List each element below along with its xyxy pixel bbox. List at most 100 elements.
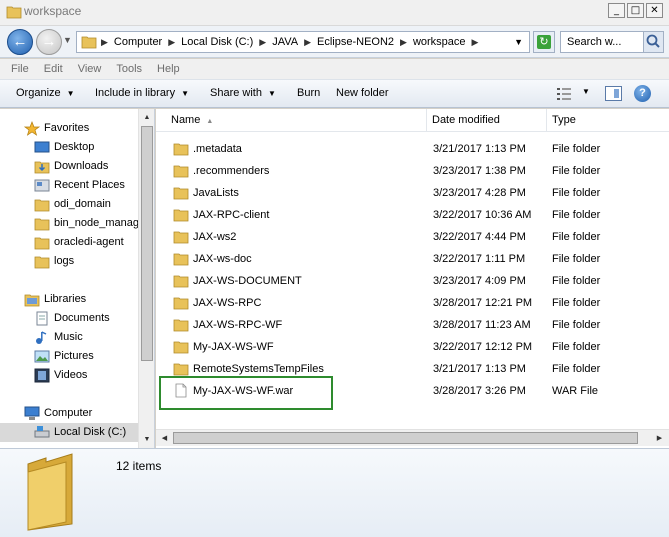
sidebar-label: logs xyxy=(54,255,75,267)
table-row[interactable]: JavaLists 3/23/2017 4:28 PM File folder xyxy=(156,182,669,204)
column-headers: Name ▲ Date modified Type xyxy=(156,109,669,132)
file-type: File folder xyxy=(552,253,601,265)
folder-icon xyxy=(173,163,189,178)
recent-places-icon xyxy=(34,178,50,193)
sidebar-item-local-disk[interactable]: Local Disk (C:) xyxy=(0,423,138,442)
minimize-button[interactable]: _ xyxy=(608,3,625,18)
sidebar-item-pictures[interactable]: Pictures xyxy=(0,347,138,366)
table-row[interactable]: JAX-ws2 3/22/2017 4:44 PM File folder xyxy=(156,226,669,248)
navigation-scrollbar[interactable]: ▲ ▼ xyxy=(138,109,154,448)
chevron-right-icon[interactable]: ▶ xyxy=(400,37,407,48)
burn-button[interactable]: Burn xyxy=(297,87,320,99)
sidebar-item-videos[interactable]: Videos xyxy=(0,366,138,385)
preview-pane-icon[interactable] xyxy=(605,86,622,101)
horizontal-scrollbar[interactable]: ◀ ▶ xyxy=(156,429,669,446)
table-row[interactable]: JAX-WS-RPC 3/28/2017 12:21 PM File folder xyxy=(156,292,669,314)
sidebar-label: Desktop xyxy=(54,141,95,153)
file-name: .recommenders xyxy=(193,165,270,177)
sidebar-label: bin_node_manag xyxy=(54,217,140,229)
breadcrumb-eclipse[interactable]: Eclipse-NEON2 xyxy=(317,36,394,48)
sidebar-item-bin-node-manag[interactable]: bin_node_manag xyxy=(0,214,140,233)
table-row[interactable]: JAX-WS-DOCUMENT 3/23/2017 4:09 PM File fol… xyxy=(156,270,669,292)
menu-view[interactable]: View xyxy=(78,59,102,79)
help-icon[interactable]: ? xyxy=(634,85,651,102)
table-row[interactable]: .metadata 3/21/2017 1:13 PM File folder xyxy=(156,138,669,160)
chevron-right-icon[interactable]: ▶ xyxy=(259,37,266,48)
scrollbar-thumb[interactable] xyxy=(173,432,638,444)
breadcrumb-java[interactable]: JAVA xyxy=(272,36,298,48)
view-options-chevron-icon[interactable]: ▼ xyxy=(582,87,590,96)
scrollbar-thumb[interactable] xyxy=(141,126,153,361)
include-in-library-button[interactable]: Include in library ▼ xyxy=(95,87,189,99)
scroll-left-icon[interactable]: ◀ xyxy=(156,430,173,447)
file-type: File folder xyxy=(552,231,601,243)
sidebar-item-desktop[interactable]: Desktop xyxy=(0,138,138,157)
sidebar-item-documents[interactable]: Documents xyxy=(0,309,138,328)
sidebar-item-recent-places[interactable]: Recent Places xyxy=(0,176,138,195)
view-options-icon[interactable] xyxy=(556,87,572,101)
table-row[interactable]: JAX-RPC-client 3/22/2017 10:36 AM File fol… xyxy=(156,204,669,226)
sidebar-item-logs[interactable]: logs xyxy=(0,252,138,271)
sidebar-item-libraries[interactable]: Libraries xyxy=(0,290,138,309)
file-date-modified: 3/28/2017 12:21 PM xyxy=(433,297,533,309)
folder-icon xyxy=(173,141,189,156)
maximize-button[interactable]: □ xyxy=(627,3,644,18)
menu-tools[interactable]: Tools xyxy=(116,59,142,79)
scroll-right-icon[interactable]: ▶ xyxy=(651,430,668,447)
column-header-name[interactable]: Name ▲ xyxy=(156,109,427,132)
refresh-button[interactable]: ↻ xyxy=(533,31,555,53)
folder-icon xyxy=(173,361,189,376)
command-bar: Organize ▼ Include in library ▼ Share with… xyxy=(0,79,669,108)
menu-help[interactable]: Help xyxy=(157,59,180,79)
recent-pages-chevron-icon[interactable]: ▼ xyxy=(63,35,72,45)
sidebar-label: Libraries xyxy=(44,293,87,305)
share-with-button[interactable]: Share with ▼ xyxy=(210,87,276,99)
table-row[interactable]: .recommenders 3/23/2017 1:38 PM File folde… xyxy=(156,160,669,182)
sidebar-item-odi-domain[interactable]: odi_domain xyxy=(0,195,138,214)
forward-button[interactable]: → xyxy=(36,29,62,55)
close-button[interactable]: ✕ xyxy=(646,3,663,18)
folder-icon xyxy=(173,229,189,244)
address-history-chevron-icon[interactable]: ▼ xyxy=(514,37,523,47)
back-button[interactable]: ← xyxy=(7,29,33,55)
sidebar-item-favorites[interactable]: Favorites xyxy=(0,119,138,138)
column-header-type[interactable]: Type xyxy=(547,109,669,132)
table-row[interactable]: JAX-WS-RPC-WF 3/28/2017 11:23 AM File fold… xyxy=(156,314,669,336)
sidebar-item-downloads[interactable]: Downloads xyxy=(0,157,138,176)
file-type: File folder xyxy=(552,165,601,177)
sidebar-item-computer[interactable]: Computer xyxy=(0,404,138,423)
computer-icon xyxy=(24,406,40,421)
sidebar-item-music[interactable]: Music xyxy=(0,328,138,347)
file-name: JavaLists xyxy=(193,187,239,199)
videos-icon xyxy=(34,368,50,383)
sidebar-label: odi_domain xyxy=(54,198,111,210)
search-input[interactable]: Search w... xyxy=(560,31,664,53)
search-icon[interactable] xyxy=(643,32,663,52)
share-with-label: Share with xyxy=(210,87,262,99)
new-folder-button[interactable]: New folder xyxy=(336,87,389,99)
table-row[interactable]: JAX-ws-doc 3/22/2017 1:11 PM File folder xyxy=(156,248,669,270)
menu-file[interactable]: File xyxy=(11,59,29,79)
sidebar-label: Favorites xyxy=(44,122,90,134)
chevron-right-icon[interactable]: ▶ xyxy=(472,37,479,48)
breadcrumb: ▶ Computer ▶ Local Disk (C:) ▶ JAVA ▶ Ec… xyxy=(101,36,484,48)
chevron-right-icon[interactable]: ▶ xyxy=(168,37,175,48)
address-bar[interactable]: ▶ Computer ▶ Local Disk (C:) ▶ JAVA ▶ Ec… xyxy=(76,31,530,53)
chevron-right-icon[interactable]: ▶ xyxy=(304,37,311,48)
scroll-down-icon[interactable]: ▼ xyxy=(139,431,154,448)
documents-icon xyxy=(34,311,50,326)
menu-edit[interactable]: Edit xyxy=(44,59,63,79)
column-header-date[interactable]: Date modified xyxy=(427,109,547,132)
table-row[interactable]: My-JAX-WS-WF 3/22/2017 12:12 PM File folde… xyxy=(156,336,669,358)
breadcrumb-computer[interactable]: Computer xyxy=(114,36,162,48)
column-name-label: Name xyxy=(171,114,201,126)
chevron-right-icon[interactable]: ▶ xyxy=(101,37,108,48)
file-name: .metadata xyxy=(193,143,242,155)
folder-icon xyxy=(34,216,50,231)
breadcrumb-local-disk[interactable]: Local Disk (C:) xyxy=(181,36,253,48)
sidebar-item-oracledi-agent[interactable]: oracledi-agent xyxy=(0,233,138,252)
scroll-up-icon[interactable]: ▲ xyxy=(139,109,154,126)
breadcrumb-workspace[interactable]: workspace xyxy=(413,36,466,48)
organize-button[interactable]: Organize ▼ xyxy=(16,87,75,99)
item-count: 12 items xyxy=(116,459,162,473)
